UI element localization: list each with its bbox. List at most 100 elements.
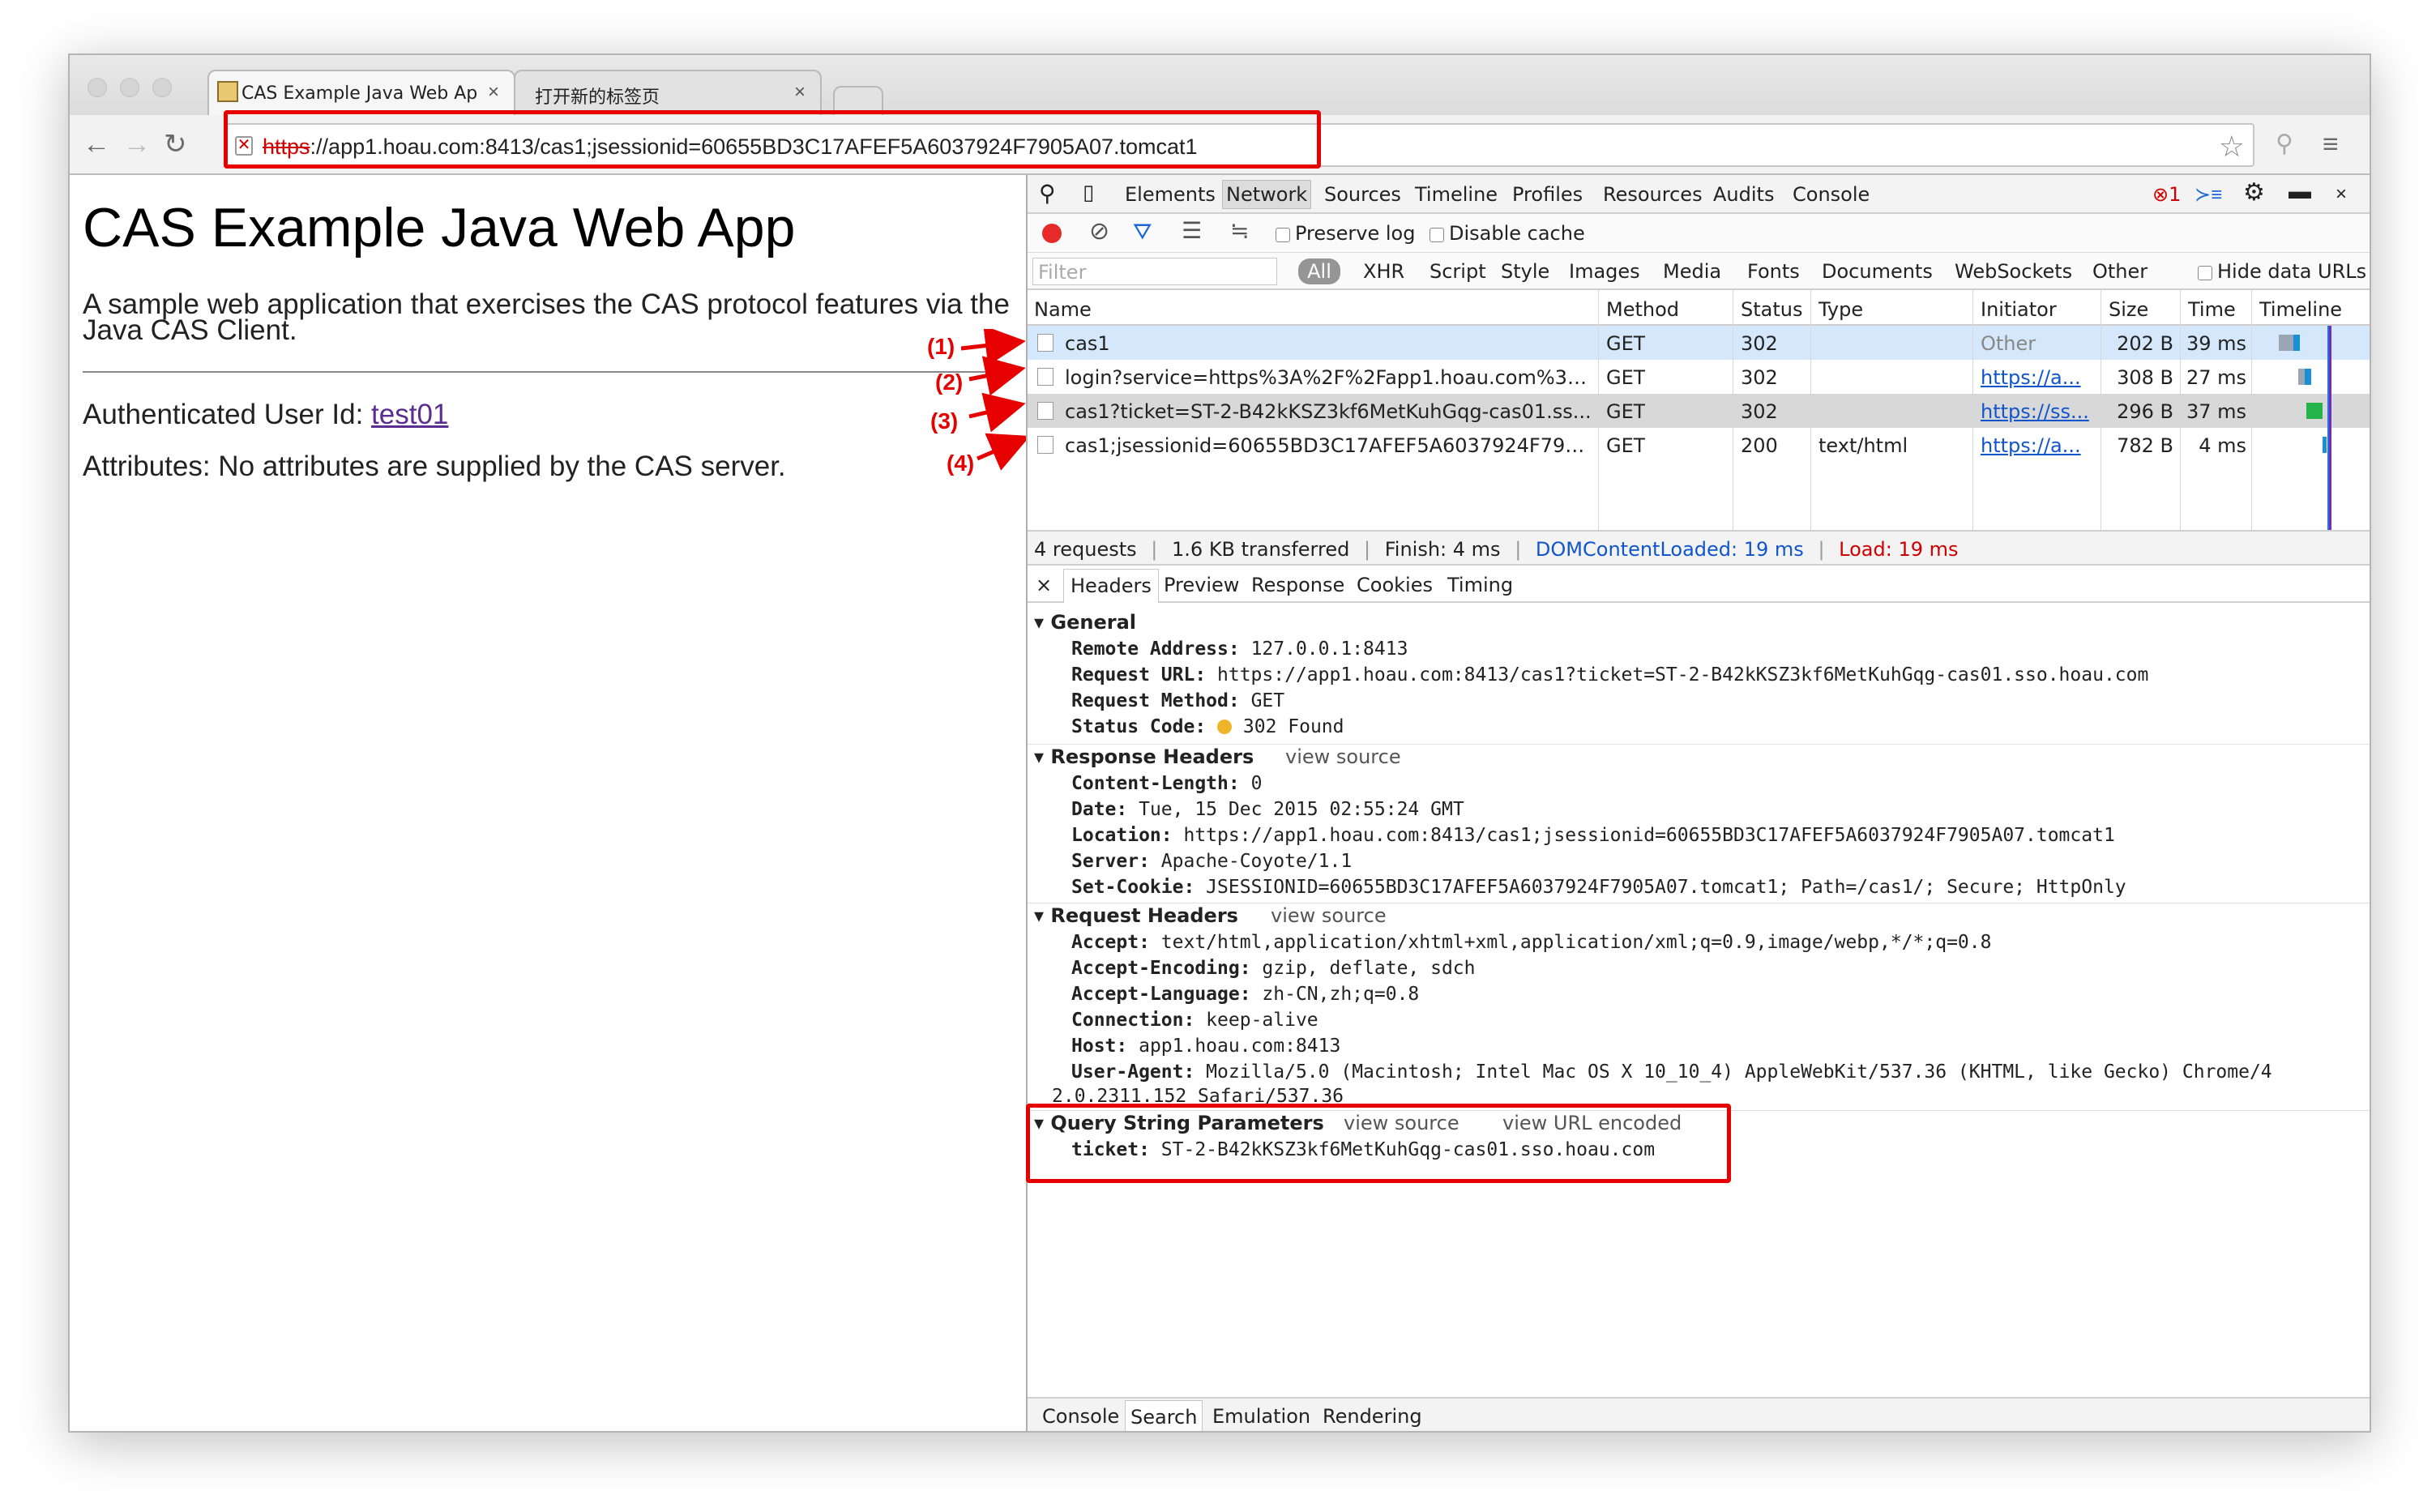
request-name[interactable]: login?service=https%3A%2F%2Fapp1.hoau.co… bbox=[1065, 366, 1592, 389]
tab-console[interactable]: Console bbox=[1793, 183, 1870, 206]
request-initiator-link[interactable]: https://a... bbox=[1981, 434, 2094, 457]
drawer-tab-console[interactable]: Console bbox=[1042, 1405, 1119, 1428]
filter-other[interactable]: Other bbox=[2092, 260, 2148, 283]
device-mode-icon[interactable]: ▯ bbox=[1083, 180, 1094, 205]
col-method[interactable]: Method bbox=[1606, 298, 1679, 321]
tab-profiles[interactable]: Profiles bbox=[1512, 183, 1583, 206]
filter-images[interactable]: Images bbox=[1569, 260, 1640, 283]
filter-all-button[interactable]: All bbox=[1298, 258, 1340, 284]
tab-network[interactable]: Network bbox=[1222, 180, 1312, 209]
request-initiator-link[interactable]: https://ss... bbox=[1981, 400, 2094, 423]
hide-data-urls-option[interactable]: Hide data URLs bbox=[2198, 260, 2366, 283]
user-id-link[interactable]: test01 bbox=[371, 399, 448, 430]
col-timeline[interactable]: Timeline bbox=[2259, 298, 2342, 321]
request-view-source-link[interactable]: view source bbox=[1271, 904, 1387, 927]
menu-icon[interactable]: ≡ bbox=[2323, 128, 2339, 160]
extension-icon[interactable]: ⚲ bbox=[2276, 128, 2293, 160]
drawer-tab-search[interactable]: Search bbox=[1125, 1400, 1203, 1431]
filter-script[interactable]: Script bbox=[1430, 260, 1486, 283]
callout-arrow-3 bbox=[968, 392, 1026, 433]
col-time[interactable]: Time bbox=[2188, 298, 2236, 321]
record-icon[interactable] bbox=[1042, 224, 1062, 243]
preserve-log-checkbox[interactable] bbox=[1276, 228, 1290, 242]
request-time: 39 ms bbox=[2186, 332, 2246, 355]
tab-new-tab[interactable]: 打开新的标签页 × bbox=[514, 70, 822, 115]
hide-data-urls-checkbox[interactable] bbox=[2198, 266, 2212, 280]
table-row[interactable]: cas1;jsessionid=60655BD3C17AFEF5A6037924… bbox=[1028, 428, 2370, 462]
callout-3: (3) bbox=[930, 408, 959, 434]
col-name[interactable]: Name bbox=[1034, 298, 1092, 321]
reload-icon[interactable]: ↻ bbox=[164, 128, 187, 160]
filter-style[interactable]: Style bbox=[1501, 260, 1549, 283]
bookmark-star-icon[interactable]: ☆ bbox=[2219, 130, 2245, 164]
request-time: 27 ms bbox=[2186, 366, 2246, 389]
col-status[interactable]: Status bbox=[1741, 298, 1802, 321]
minimize-traffic-light[interactable] bbox=[120, 78, 139, 97]
tab-close-icon[interactable]: × bbox=[488, 81, 499, 104]
detail-close-icon[interactable]: × bbox=[1036, 574, 1052, 596]
kv-value: Apache-Coyote/1.1 bbox=[1149, 851, 1353, 872]
tab-title: CAS Example Java Web Ap bbox=[241, 83, 478, 104]
forward-arrow-icon[interactable]: → bbox=[123, 128, 151, 160]
general-section-header[interactable]: ▾ General bbox=[1034, 611, 1136, 634]
filter-media[interactable]: Media bbox=[1663, 260, 1721, 283]
filter-documents[interactable]: Documents bbox=[1822, 260, 1933, 283]
tab-timing[interactable]: Timing bbox=[1447, 574, 1513, 596]
overview-icon[interactable]: ≒ bbox=[1230, 217, 1250, 244]
filter-funnel-icon[interactable]: ⛛ bbox=[1133, 219, 1152, 246]
col-size[interactable]: Size bbox=[2109, 298, 2148, 321]
tab-elements[interactable]: Elements bbox=[1125, 183, 1216, 206]
kv-accept-encoding: Accept-Encoding: gzip, deflate, sdch bbox=[1071, 958, 1476, 979]
drawer-tab-rendering[interactable]: Rendering bbox=[1323, 1405, 1422, 1428]
kv-value: 302 Found bbox=[1232, 716, 1344, 737]
kv-value: 127.0.0.1:8413 bbox=[1239, 639, 1408, 660]
tab-sources[interactable]: Sources bbox=[1324, 183, 1401, 206]
callout-arrow-4 bbox=[977, 433, 1031, 471]
back-arrow-icon[interactable]: ← bbox=[83, 128, 110, 160]
response-view-source-link[interactable]: view source bbox=[1285, 745, 1401, 768]
filter-input[interactable]: Filter bbox=[1032, 258, 1277, 285]
table-row[interactable]: cas1 GET 302 Other 202 B 39 ms bbox=[1028, 326, 2370, 360]
disable-cache-option[interactable]: Disable cache bbox=[1430, 222, 1585, 245]
tab-resources[interactable]: Resources bbox=[1603, 183, 1703, 206]
response-headers-section-header[interactable]: ▾ Response Headers bbox=[1034, 745, 1254, 768]
error-counter[interactable]: ⊗1 bbox=[2152, 183, 2181, 207]
request-initiator-link[interactable]: https://a... bbox=[1981, 366, 2094, 389]
request-name[interactable]: cas1 bbox=[1065, 332, 1592, 355]
request-name[interactable]: cas1;jsessionid=60655BD3C17AFEF5A6037924… bbox=[1065, 434, 1592, 457]
tab-timeline[interactable]: Timeline bbox=[1415, 183, 1498, 206]
tab-response[interactable]: Response bbox=[1251, 574, 1344, 596]
disable-cache-checkbox[interactable] bbox=[1430, 228, 1444, 242]
settings-gear-icon[interactable]: ⚙ bbox=[2243, 178, 2265, 207]
kv-request-method: Request Method: GET bbox=[1071, 690, 1284, 711]
inspect-search-icon[interactable]: ⚲ bbox=[1039, 180, 1056, 207]
kv-server: Server: Apache-Coyote/1.1 bbox=[1071, 851, 1352, 872]
tab-preview[interactable]: Preview bbox=[1164, 574, 1239, 596]
list-view-icon[interactable]: ☰ bbox=[1182, 217, 1202, 244]
tab-headers[interactable]: Headers bbox=[1063, 569, 1159, 603]
filter-xhr[interactable]: XHR bbox=[1363, 260, 1404, 283]
dock-side-icon[interactable]: ▬ bbox=[2289, 178, 2311, 204]
tab-close-icon[interactable]: × bbox=[794, 81, 806, 104]
callout-2: (2) bbox=[935, 369, 964, 395]
preserve-log-option[interactable]: Preserve log bbox=[1276, 222, 1415, 245]
table-row[interactable]: login?service=https%3A%2F%2Fapp1.hoau.co… bbox=[1028, 360, 2370, 394]
filter-websockets[interactable]: WebSockets bbox=[1955, 260, 2072, 283]
table-row[interactable]: cas1?ticket=ST-2-B42kKSZ3kf6MetKuhGqg-ca… bbox=[1028, 394, 2370, 428]
col-type[interactable]: Type bbox=[1818, 298, 1863, 321]
col-initiator[interactable]: Initiator bbox=[1981, 298, 2057, 321]
tab-cas-example[interactable]: CAS Example Java Web Ap × bbox=[207, 70, 515, 115]
filter-fonts[interactable]: Fonts bbox=[1747, 260, 1800, 283]
request-name[interactable]: cas1?ticket=ST-2-B42kKSZ3kf6MetKuhGqg-ca… bbox=[1065, 400, 1592, 423]
kv-status-code: Status Code: 302 Found bbox=[1071, 716, 1344, 737]
tab-cookies[interactable]: Cookies bbox=[1357, 574, 1433, 596]
zoom-traffic-light[interactable] bbox=[152, 78, 172, 97]
drawer-tab-emulation[interactable]: Emulation bbox=[1212, 1405, 1310, 1428]
devtools-close-icon[interactable]: × bbox=[2336, 183, 2347, 206]
tab-audits[interactable]: Audits bbox=[1713, 183, 1774, 206]
close-traffic-light[interactable] bbox=[88, 78, 107, 97]
console-drawer-icon[interactable]: ≻≡ bbox=[2195, 183, 2222, 207]
clear-icon[interactable]: ⊘ bbox=[1089, 217, 1109, 246]
timeline-bar bbox=[2323, 437, 2327, 453]
request-headers-section-header[interactable]: ▾ Request Headers bbox=[1034, 904, 1238, 927]
